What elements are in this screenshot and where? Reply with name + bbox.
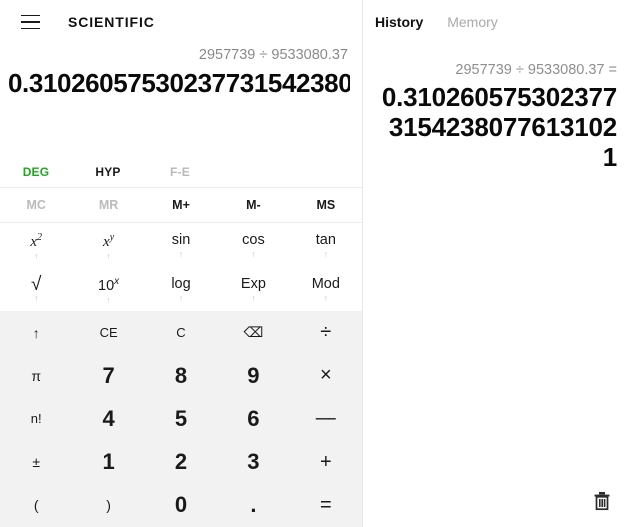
clear-key[interactable]: C [145, 311, 217, 354]
display-result: 0.31026057530237731542380776131021 [8, 68, 350, 98]
digit-4-key[interactable]: 4 [72, 397, 144, 440]
add-key[interactable]: + [290, 441, 362, 484]
ten-power-button[interactable]: 10x ↑ [72, 267, 144, 311]
digit-7-key[interactable]: 7 [72, 354, 144, 397]
digit-9-key[interactable]: 9 [217, 354, 289, 397]
clear-entry-key[interactable]: CE [72, 311, 144, 354]
cos-button[interactable]: cos ↑ [217, 223, 289, 267]
open-paren-key[interactable]: ( [0, 484, 72, 527]
digit-3-key[interactable]: 3 [217, 441, 289, 484]
backspace-key[interactable]: ⌫ [217, 311, 289, 354]
memory-add-button[interactable]: M+ [145, 188, 217, 222]
display-area: 2957739 ÷ 9533080.37 0.31026057530237731… [0, 44, 362, 102]
digit-0-key[interactable]: 0 [145, 484, 217, 527]
digit-8-key[interactable]: 8 [145, 354, 217, 397]
plus-minus-key[interactable]: ± [0, 441, 72, 484]
keypad: ↑ CE C ⌫ ÷ π 7 8 9 × n! 4 5 6— ±1 2 3 + () 0. = [0, 311, 362, 527]
memory-subtract-button[interactable]: M- [217, 188, 289, 222]
shift-indicator-icon: ↑ [178, 292, 184, 303]
memory-clear-button: MC [26, 198, 46, 212]
power-button[interactable]: xy ↑ [72, 223, 144, 267]
memory-row: MC MR M+ M- MS [0, 188, 362, 223]
shift-indicator-icon: ↑ [106, 251, 111, 261]
shift-indicator-icon: ↑ [34, 251, 39, 261]
divide-key[interactable]: ÷ [290, 311, 362, 354]
shift-key[interactable]: ↑ [0, 311, 72, 354]
calculator-window: SCIENTIFIC 2957739 ÷ 9533080.37 0.310260… [0, 0, 631, 527]
multiply-key[interactable]: × [290, 354, 362, 397]
history-tab-bar: History Memory [363, 0, 631, 44]
trash-icon[interactable] [587, 486, 617, 516]
list-item[interactable]: 2957739 ÷ 9533080.37 = 0.310260575302377… [377, 52, 617, 172]
page-title: SCIENTIFIC [68, 14, 155, 30]
shift-indicator-icon: ↑ [178, 248, 184, 259]
sin-button[interactable]: sin ↑ [145, 223, 217, 267]
history-footer [363, 475, 631, 527]
pi-key[interactable]: π [0, 354, 72, 397]
digit-1-key[interactable]: 1 [72, 441, 144, 484]
history-entry-expression: 2957739 ÷ 9533080.37 = [455, 62, 617, 78]
shift-indicator-icon: ↑ [251, 292, 256, 303]
factorial-key[interactable]: n! [0, 397, 72, 440]
mode-deg-button[interactable]: DEG [0, 161, 72, 183]
tab-memory[interactable]: Memory [445, 10, 500, 34]
square-button[interactable]: x2 ↑ [0, 223, 72, 267]
sqrt-icon: √ [30, 273, 42, 295]
subtract-key[interactable]: — [290, 397, 362, 440]
shift-indicator-icon: ↑ [323, 292, 328, 303]
mode-hyp-button[interactable]: HYP [72, 161, 144, 183]
function-row-2: √ ↑ 10x ↑ log ↑ Exp ↑ Mod ↑ [0, 267, 362, 311]
digit-2-key[interactable]: 2 [145, 441, 217, 484]
digit-6-key[interactable]: 6 [217, 397, 289, 440]
square-root-button[interactable]: √ ↑ [0, 267, 72, 311]
mode-row: DEG HYP F-E [0, 156, 362, 188]
history-list: 2957739 ÷ 9533080.37 = 0.310260575302377… [363, 44, 631, 475]
mode-fe-button: F-E [170, 164, 190, 179]
shift-indicator-icon: ↑ [106, 294, 111, 305]
close-paren-key[interactable]: ) [72, 484, 144, 527]
log-button[interactable]: log ↑ [145, 267, 217, 311]
display-expression: 2957739 ÷ 9533080.37 [198, 47, 348, 63]
calculator-pane: SCIENTIFIC 2957739 ÷ 9533080.37 0.310260… [0, 0, 363, 527]
tan-button[interactable]: tan ↑ [290, 223, 362, 267]
mod-button[interactable]: Mod ↑ [290, 267, 362, 311]
function-row-1: x2 ↑ xy ↑ sin ↑ cos ↑ tan ↑ [0, 223, 362, 267]
function-grid: x2 ↑ xy ↑ sin ↑ cos ↑ tan ↑ √ ↑ 10x ↑ lo… [0, 223, 362, 311]
shift-indicator-icon: ↑ [251, 248, 256, 259]
exp-button[interactable]: Exp ↑ [217, 267, 289, 311]
tab-history[interactable]: History [373, 10, 425, 34]
memory-store-button[interactable]: MS [290, 188, 362, 222]
hamburger-menu-icon[interactable] [10, 5, 50, 39]
digit-5-key[interactable]: 5 [145, 397, 217, 440]
shift-indicator-icon: ↑ [323, 248, 328, 259]
history-pane: History Memory 2957739 ÷ 9533080.37 = 0.… [363, 0, 631, 527]
title-bar: SCIENTIFIC [0, 0, 362, 44]
history-entry-result: 0.31026057530237731542380776131021 [381, 82, 617, 172]
memory-recall-button: MR [98, 198, 119, 212]
shift-indicator-icon: ↑ [34, 292, 39, 303]
equals-key[interactable]: = [290, 484, 362, 527]
decimal-point-key[interactable]: . [217, 484, 289, 527]
